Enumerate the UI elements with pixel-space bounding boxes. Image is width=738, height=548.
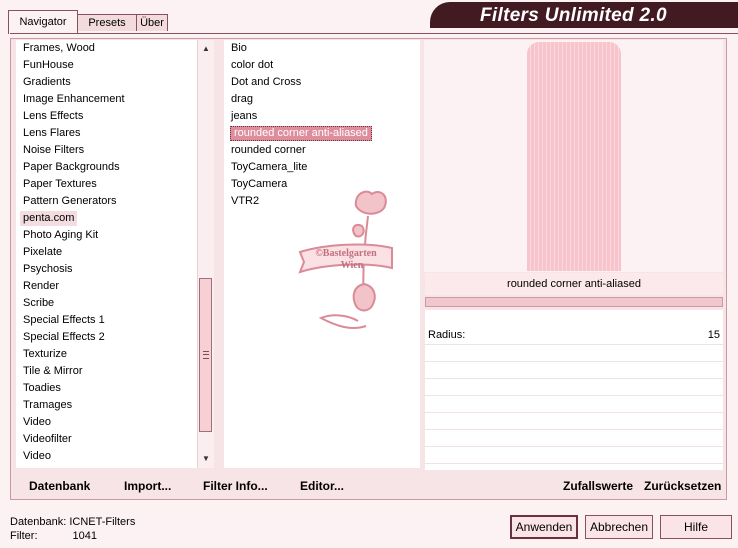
- category-item[interactable]: Image Enhancement: [23, 92, 125, 107]
- category-item[interactable]: Lens Effects: [23, 109, 83, 124]
- editor-button[interactable]: Editor...: [300, 479, 344, 493]
- category-item[interactable]: Pattern Generators: [23, 194, 117, 209]
- category-item[interactable]: Paper Backgrounds: [23, 160, 120, 175]
- random-values-button[interactable]: Zufallswerte: [563, 479, 633, 493]
- filter-item[interactable]: rounded corner anti-aliased: [230, 126, 372, 141]
- category-item[interactable]: Special Effects 1: [23, 313, 105, 328]
- grip-icon: [203, 351, 209, 359]
- status-info: Datenbank: ICNET-Filters Filter: 1041: [10, 515, 135, 543]
- param-row-empty: [425, 430, 723, 447]
- import-button[interactable]: Import...: [124, 479, 171, 493]
- param-row-empty: [425, 447, 723, 464]
- param-row-empty: [425, 413, 723, 430]
- parameter-list: Radius: 15: [425, 310, 723, 470]
- param-row-empty: [425, 345, 723, 362]
- category-item[interactable]: Special Effects 2: [23, 330, 105, 345]
- filter-info-button[interactable]: Filter Info...: [203, 479, 268, 493]
- apply-button[interactable]: Anwenden: [510, 515, 578, 539]
- category-item[interactable]: Render: [23, 279, 59, 294]
- category-item[interactable]: Toadies: [23, 381, 61, 396]
- category-item[interactable]: Lens Flares: [23, 126, 80, 141]
- param-row-empty: [425, 396, 723, 413]
- preview-image: [527, 42, 621, 271]
- category-item[interactable]: Videofilter: [23, 432, 72, 447]
- filter-item[interactable]: color dot: [231, 58, 273, 73]
- help-button[interactable]: Hilfe: [660, 515, 732, 539]
- category-item[interactable]: Gradients: [23, 75, 71, 90]
- filter-item[interactable]: jeans: [231, 109, 257, 124]
- header-divider: [10, 33, 738, 34]
- status-filter-value: 1041: [72, 530, 97, 542]
- filter-item[interactable]: Bio: [231, 41, 247, 56]
- scroll-up-icon[interactable]: ▲: [198, 42, 214, 56]
- cancel-button[interactable]: Abbrechen: [585, 515, 653, 539]
- category-item[interactable]: Paper Textures: [23, 177, 97, 192]
- database-actions: Datenbank Import... Filter Info... Edito…: [16, 474, 414, 498]
- app-title: Filters Unlimited 2.0: [480, 5, 667, 26]
- status-filter-label: Filter:: [10, 530, 38, 542]
- watermark-logo: ©Bastelgarten Wien: [298, 190, 393, 329]
- filter-item[interactable]: ToyCamera: [231, 177, 287, 192]
- category-item[interactable]: Noise Filters: [23, 143, 84, 158]
- filter-item[interactable]: drag: [231, 92, 253, 107]
- filter-item[interactable]: ToyCamera_lite: [231, 160, 307, 175]
- category-item[interactable]: FunHouse: [23, 58, 74, 73]
- filter-item[interactable]: rounded corner: [231, 143, 306, 158]
- category-item[interactable]: Texturize: [23, 347, 67, 362]
- tab-presets[interactable]: Presets: [77, 14, 137, 31]
- tab-about[interactable]: Über: [136, 14, 168, 31]
- param-value[interactable]: 15: [708, 329, 720, 341]
- category-item[interactable]: Tramages: [23, 398, 72, 413]
- category-item[interactable]: penta.com: [20, 211, 78, 226]
- param-row-empty: [425, 379, 723, 396]
- scroll-thumb[interactable]: [199, 278, 212, 432]
- category-item[interactable]: Video: [23, 449, 51, 464]
- category-item[interactable]: Photo Aging Kit: [23, 228, 98, 243]
- category-list[interactable]: Frames, Wood FunHouse Gradients Image Enhan…: [16, 40, 214, 468]
- tab-navigator[interactable]: Navigator: [8, 10, 78, 34]
- category-item[interactable]: Tile & Mirror: [23, 364, 82, 379]
- param-row-empty: [425, 362, 723, 379]
- watermark-line-2: Wien: [341, 260, 364, 271]
- scroll-down-icon[interactable]: ▼: [198, 452, 214, 466]
- status-db-label: Datenbank:: [10, 516, 67, 528]
- watermark-line-1: ©Bastelgarten: [315, 248, 377, 259]
- param-row[interactable]: Radius: 15: [425, 328, 723, 345]
- filter-item[interactable]: VTR2: [231, 194, 259, 209]
- preview-divider: [425, 297, 723, 307]
- title-banner: Filters Unlimited 2.0: [430, 2, 738, 28]
- reset-button[interactable]: Zurücksetzen: [644, 479, 721, 493]
- category-item[interactable]: Pixelate: [23, 245, 62, 260]
- category-scrollbar[interactable]: ▲ ▼: [197, 40, 214, 468]
- category-item[interactable]: Video: [23, 415, 51, 430]
- category-item[interactable]: Frames, Wood: [23, 41, 95, 56]
- datenbank-button[interactable]: Datenbank: [29, 479, 90, 493]
- category-item[interactable]: Psychosis: [23, 262, 73, 277]
- category-item[interactable]: Scribe: [23, 296, 54, 311]
- param-label: Radius:: [428, 329, 466, 341]
- preview-filter-name: rounded corner anti-aliased: [425, 273, 723, 295]
- filter-item[interactable]: Dot and Cross: [231, 75, 301, 90]
- status-db-value: ICNET-Filters: [69, 516, 136, 528]
